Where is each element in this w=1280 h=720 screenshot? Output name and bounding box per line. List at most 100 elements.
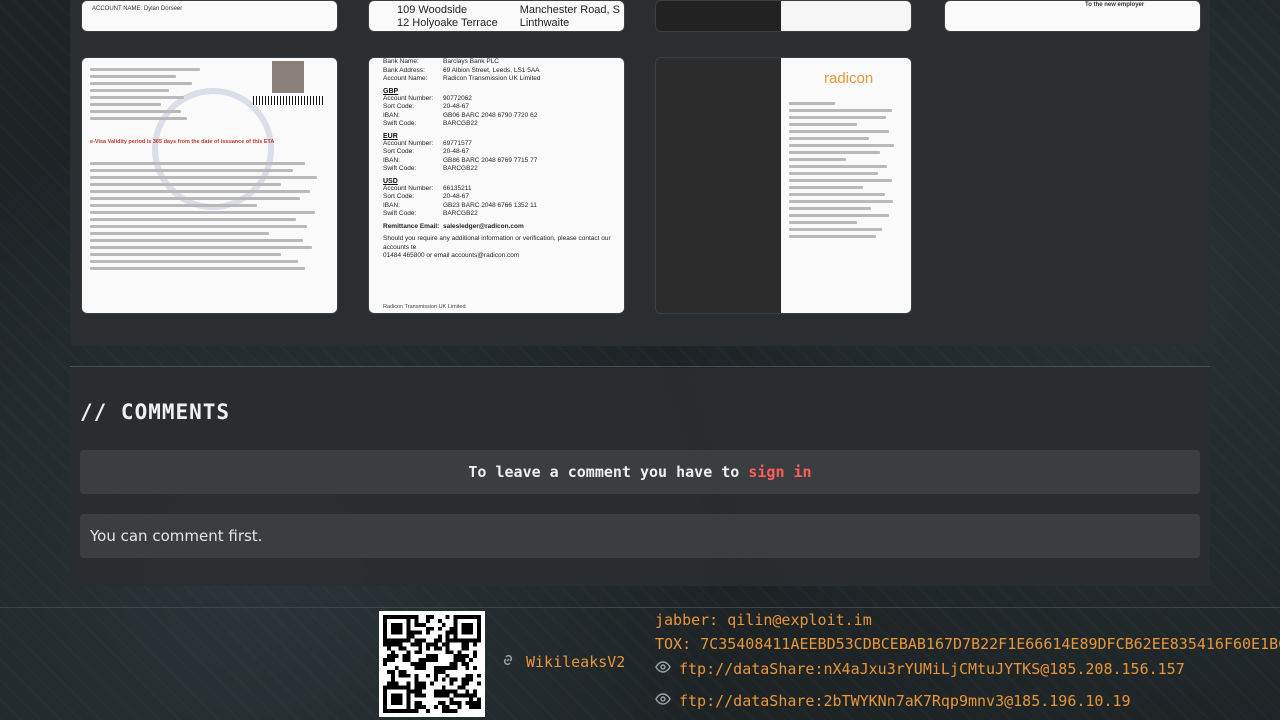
- qr-module: [422, 622, 427, 627]
- qr-module: [445, 615, 450, 619]
- qr-module: [465, 642, 470, 647]
- bank-row-sort: Sort Code: 20-48-67: [383, 148, 624, 157]
- qr-module: [414, 673, 419, 678]
- bank-row-account: Account Number: 90772062: [383, 95, 624, 104]
- thumbnail-dark-document[interactable]: [655, 0, 912, 32]
- qr-module: [457, 650, 462, 655]
- qr-module: [469, 701, 474, 706]
- qr-module: [457, 685, 462, 690]
- qr-module: [461, 658, 466, 663]
- thumbnail-radicon-handbook[interactable]: radicon: [655, 57, 912, 314]
- qr-module: [453, 689, 458, 694]
- qr-module: [418, 701, 423, 706]
- qr-module: [457, 705, 462, 710]
- qr-module: [473, 701, 478, 706]
- qr-module: [422, 638, 427, 643]
- qr-module: [473, 665, 478, 670]
- wikileaks-label: WikileaksV2: [526, 653, 626, 671]
- qr-module: [426, 615, 431, 619]
- qr-module: [437, 701, 442, 706]
- qr-module: [426, 626, 431, 631]
- address-line-2: 12 Holyoake Terrace: [397, 17, 498, 29]
- qr-module: [394, 681, 399, 686]
- bank-row-swift: Swift Code: BARCGB22: [383, 120, 624, 129]
- thumbnail-visa-document[interactable]: e-Visa Validity period is 365 days from …: [81, 57, 338, 314]
- link-icon: [500, 652, 516, 672]
- qr-module: [430, 642, 434, 647]
- qr-module: [461, 685, 466, 690]
- remittance-email: salesledger@radicon.com: [443, 222, 524, 230]
- bank-row-label: Account Number:: [383, 94, 434, 102]
- qr-module: [430, 681, 434, 686]
- qr-module: [414, 618, 419, 623]
- tox-contact[interactable]: TOX: 7C35408411AEEBD53CDBCEBAB167D7B22F1…: [655, 635, 1280, 653]
- qr-code: [379, 611, 485, 717]
- qr-module: [410, 634, 415, 639]
- qr-module: [445, 646, 450, 651]
- qr-module: [433, 673, 438, 678]
- qr-module: [461, 642, 466, 647]
- qr-module: [422, 658, 427, 663]
- signin-link[interactable]: sign in: [748, 463, 811, 481]
- thumbnail-form-scan[interactable]: ACCOUNT NAME: Dylan Dorseer: [81, 0, 338, 32]
- qr-module: [437, 646, 442, 651]
- qr-module: [469, 673, 474, 678]
- qr-module: [441, 642, 446, 647]
- qr-module: [437, 626, 442, 631]
- bank-company-footer: Radicon Transmission UK Limited: [383, 304, 466, 310]
- qr-module: [465, 689, 470, 694]
- qr-module: [441, 669, 446, 674]
- qr-module: [426, 658, 431, 663]
- qr-module: [453, 662, 458, 666]
- qr-module: [406, 658, 411, 663]
- thumbnail-bank-details[interactable]: Bank Name: Barclays Bank PLC Bank Address…: [368, 57, 625, 314]
- bank-row-label: Swift Code:: [383, 120, 417, 127]
- qr-module: [426, 618, 431, 623]
- qr-module: [465, 665, 470, 670]
- qr-module: [390, 650, 395, 655]
- bank-name-label: Bank Name:: [383, 58, 419, 65]
- qr-module: [430, 654, 434, 659]
- bank-row-label: Account Number:: [383, 184, 434, 192]
- ftp-link-1[interactable]: ftp://dataShare:nX4aJxu3rYUMiLjCMtuJYTKS…: [655, 659, 1185, 679]
- qr-module: [418, 646, 423, 651]
- qr-module: [433, 669, 438, 674]
- qr-module: [441, 705, 446, 710]
- qr-module: [414, 681, 419, 686]
- bank-section-eur: EUR Account Number: 69771577 Sort Code: 20-4…: [383, 133, 624, 174]
- bank-row-swift: Swift Code: BARCGB22: [383, 210, 624, 219]
- ftp-link-1-text: ftp://dataShare:nX4aJxu3rYUMiLjCMtuJYTKS…: [679, 660, 1185, 678]
- qr-module: [449, 665, 454, 670]
- qr-module: [386, 669, 391, 674]
- ftp-link-2[interactable]: ftp://dataShare:2bTWYKNn7aK7Rqp9mnv3@185…: [655, 691, 1131, 711]
- qr-module: [445, 689, 450, 694]
- qr-module: [414, 677, 419, 682]
- wikileaks-link[interactable]: WikileaksV2: [500, 652, 625, 672]
- qr-module: [445, 634, 450, 639]
- thumbnail-address-table[interactable]: 109 Woodside 12 Holyoake Terrace Manches…: [368, 0, 625, 32]
- qr-module: [386, 642, 391, 647]
- qr-module: [445, 693, 450, 698]
- qr-module: [477, 681, 481, 686]
- bank-row-swift: Swift Code: BARCGB22: [383, 165, 624, 174]
- qr-module: [441, 622, 446, 627]
- qr-module: [477, 705, 481, 710]
- qr-module: [383, 662, 387, 666]
- qr-module: [453, 693, 458, 698]
- qr-module: [449, 677, 454, 682]
- qr-module: [449, 638, 454, 643]
- qr-module: [402, 646, 407, 651]
- qr-module: [386, 646, 391, 651]
- bank-row-label: Account Number:: [383, 139, 434, 147]
- qr-module: [437, 669, 442, 674]
- qr-module: [433, 693, 438, 698]
- thumbnail-employer-notice[interactable]: To the new employer: [944, 0, 1201, 32]
- qr-module: [422, 685, 427, 690]
- qr-module: [414, 622, 419, 627]
- bank-row-value: 69771577: [443, 139, 472, 147]
- qr-module: [386, 681, 391, 686]
- bank-row-value: BARCGB22: [443, 120, 478, 127]
- qr-module: [414, 701, 419, 706]
- jabber-contact[interactable]: jabber: qilin@exploit.im: [655, 611, 872, 629]
- qr-module: [461, 662, 466, 666]
